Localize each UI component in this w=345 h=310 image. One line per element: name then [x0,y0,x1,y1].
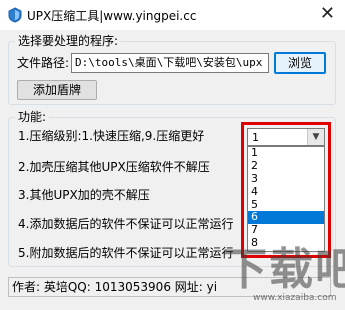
compression-level-select[interactable]: 1 ▼ [247,128,325,146]
dropdown-option-5[interactable]: 5 [248,198,324,212]
dropdown-option-4[interactable]: 4 [248,185,324,199]
watermark: 下载吧 www.xiazaiba.com [213,244,345,307]
title-bar: UPX压缩工具|www.yingpei.cc ✕ [0,0,345,30]
function-item-1: 1.压缩级别:1.快速压缩,9.压缩更好 [18,129,205,143]
add-shield-button[interactable]: 添加盾牌 [17,80,97,100]
function-item-2: 2.加壳压缩其他UPX压缩软件不解压 [18,160,210,174]
browse-button[interactable]: 浏览 [274,52,326,74]
close-icon[interactable]: ✕ [320,3,335,25]
dropdown-option-2[interactable]: 2 [248,159,324,173]
compression-level-value: 1 [252,131,259,144]
dropdown-option-1[interactable]: 1 [248,146,324,160]
window-title: UPX压缩工具|www.yingpei.cc [27,9,197,23]
app-icon [8,7,22,23]
program-group: 选择要处理的程序: 文件路径: D:\tools\桌面\下载吧\安装包\upx … [8,34,336,105]
path-label: 文件路径: [17,56,70,70]
chevron-down-icon[interactable]: ▼ [307,129,324,145]
file-path-input[interactable]: D:\tools\桌面\下载吧\安装包\upx [71,53,269,73]
watermark-url: www.xiazaiba.com [253,293,337,303]
dropdown-option-6-selected[interactable]: 6 [248,211,324,225]
watermark-logo: 下载吧 [223,244,345,295]
window-client: 选择要处理的程序: 文件路径: D:\tools\桌面\下载吧\安装包\upx … [0,30,345,310]
function-item-3: 3.其他UPX加的壳不解压 [18,188,150,202]
dropdown-option-3[interactable]: 3 [248,172,324,186]
compression-level-dropdown[interactable]: 1 2 3 4 5 6 7 8 [247,146,325,252]
dropdown-option-7[interactable]: 7 [248,223,324,237]
program-group-title: 选择要处理的程序: [15,34,122,48]
function-item-5: 5.附加数据后的软件不保证可以正常运行 [18,246,234,260]
function-item-4: 4.添加数据后的软件不保证可以正常运行 [18,217,234,231]
function-group-title: 功能: [15,110,50,124]
